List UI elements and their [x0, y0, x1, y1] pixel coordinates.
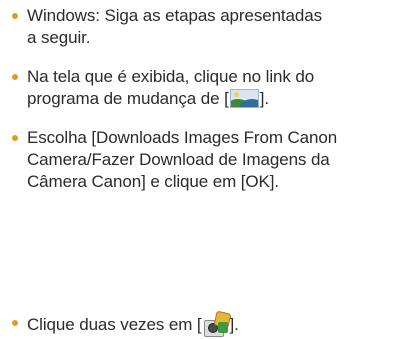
list-item-text: Windows: Siga as etapas apresentadas a s…: [27, 5, 397, 49]
camera-transfer-app-icon: [203, 310, 231, 337]
text-segment: Clique duas vezes em [: [27, 315, 202, 334]
list-item-line: a seguir.: [27, 28, 91, 47]
list-item-text: Na tela que é exibida, clique no link do…: [27, 66, 397, 110]
list-item-line: Na tela que é exibida, clique no link do: [27, 67, 315, 86]
list-item-line: Windows: Siga as etapas apresentadas: [27, 6, 323, 25]
bullet-icon: [12, 320, 18, 326]
text-segment: ].: [229, 315, 239, 334]
landscape-picture-icon: [229, 89, 259, 108]
list-item-line: Escolha [Downloads Images From Canon: [27, 128, 338, 147]
text-segment: ].: [259, 89, 269, 108]
bullet-icon: [12, 74, 18, 80]
list-item-line: programa de mudança de [].: [27, 88, 397, 110]
bullet-icon: [12, 135, 18, 141]
list-item-line: Camera/Fazer Download de Imagens da: [27, 150, 330, 169]
bullet-icon: [12, 13, 18, 19]
list-item-text: Clique duas vezes em [].: [27, 310, 397, 337]
list-item-line: Câmera Canon] e clique em [OK].: [27, 172, 280, 191]
list-item-text: Escolha [Downloads Images From Canon Cam…: [27, 127, 397, 193]
text-segment: programa de mudança de [: [27, 89, 229, 108]
